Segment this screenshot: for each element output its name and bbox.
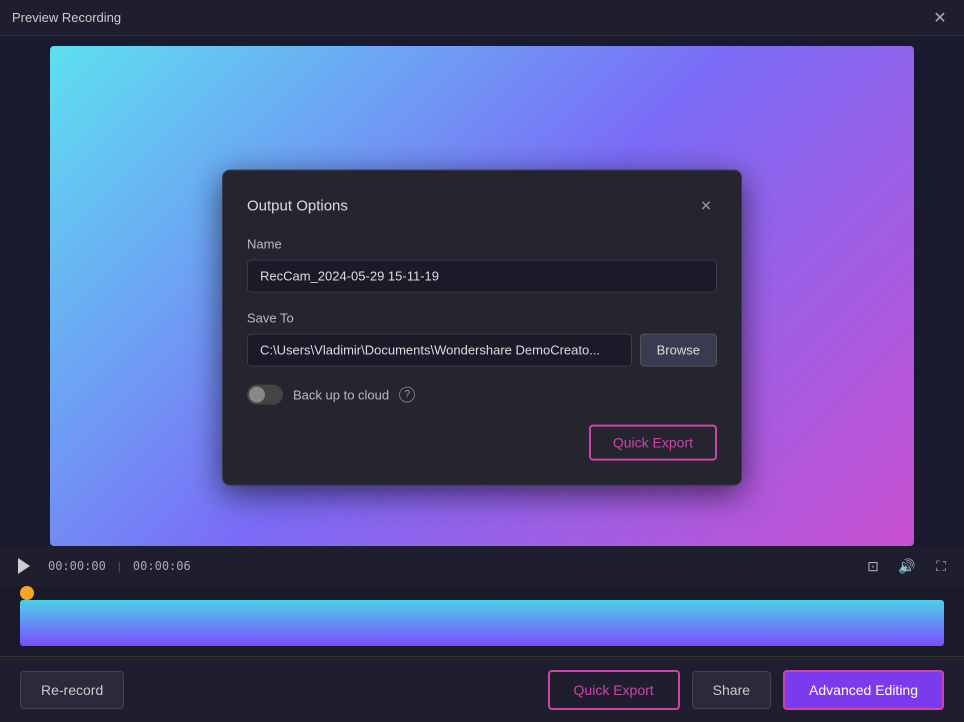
dialog-close-button[interactable]: ✕ [695, 195, 717, 217]
dialog-title: Output Options [247, 197, 348, 214]
toggle-knob [249, 387, 265, 403]
window-title: Preview Recording [12, 10, 121, 25]
dialog-footer: Quick Export [247, 425, 717, 461]
rerecord-button[interactable]: Re-record [20, 671, 124, 709]
controls-bar: 00:00:00 | 00:00:06 ⊡ 🔊 ⛶ [0, 546, 964, 586]
save-to-label: Save To [247, 311, 717, 326]
output-options-dialog: Output Options ✕ Name Save To Browse Bac… [222, 170, 742, 486]
play-icon [18, 558, 30, 574]
name-label: Name [247, 237, 717, 252]
cloud-toggle[interactable] [247, 385, 283, 405]
save-to-row: Browse [247, 334, 717, 367]
timeline-clip[interactable] [20, 600, 944, 646]
volume-icon[interactable]: 🔊 [896, 555, 918, 577]
fullscreen-icon[interactable]: ⛶ [930, 555, 952, 577]
advanced-editing-button[interactable]: Advanced Editing [783, 670, 944, 710]
quick-export-dialog-button[interactable]: Quick Export [589, 425, 717, 461]
browse-button[interactable]: Browse [640, 334, 717, 367]
save-to-field-group: Save To Browse [247, 311, 717, 367]
timeline-marker[interactable] [20, 586, 34, 600]
crop-icon[interactable]: ⊡ [862, 555, 884, 577]
name-input[interactable] [247, 260, 717, 293]
window-close-button[interactable]: ✕ [928, 6, 952, 30]
play-button[interactable] [12, 554, 36, 578]
name-field-group: Name [247, 237, 717, 293]
current-time: 00:00:00 [48, 559, 106, 573]
quick-export-bottom-button[interactable]: Quick Export [548, 670, 680, 710]
main-content: Output Options ✕ Name Save To Browse Bac… [0, 36, 964, 722]
cloud-label: Back up to cloud [293, 387, 389, 402]
title-bar: Preview Recording ✕ [0, 0, 964, 36]
share-button[interactable]: Share [692, 671, 771, 709]
total-time: 00:00:06 [133, 559, 191, 573]
timeline-area[interactable] [0, 586, 964, 656]
save-path-input[interactable] [247, 334, 632, 367]
bottom-bar: Re-record Quick Export Share Advanced Ed… [0, 656, 964, 722]
cloud-backup-row: Back up to cloud ? [247, 385, 717, 405]
dialog-header: Output Options ✕ [247, 195, 717, 217]
video-preview: Output Options ✕ Name Save To Browse Bac… [50, 46, 914, 546]
help-icon[interactable]: ? [399, 387, 415, 403]
